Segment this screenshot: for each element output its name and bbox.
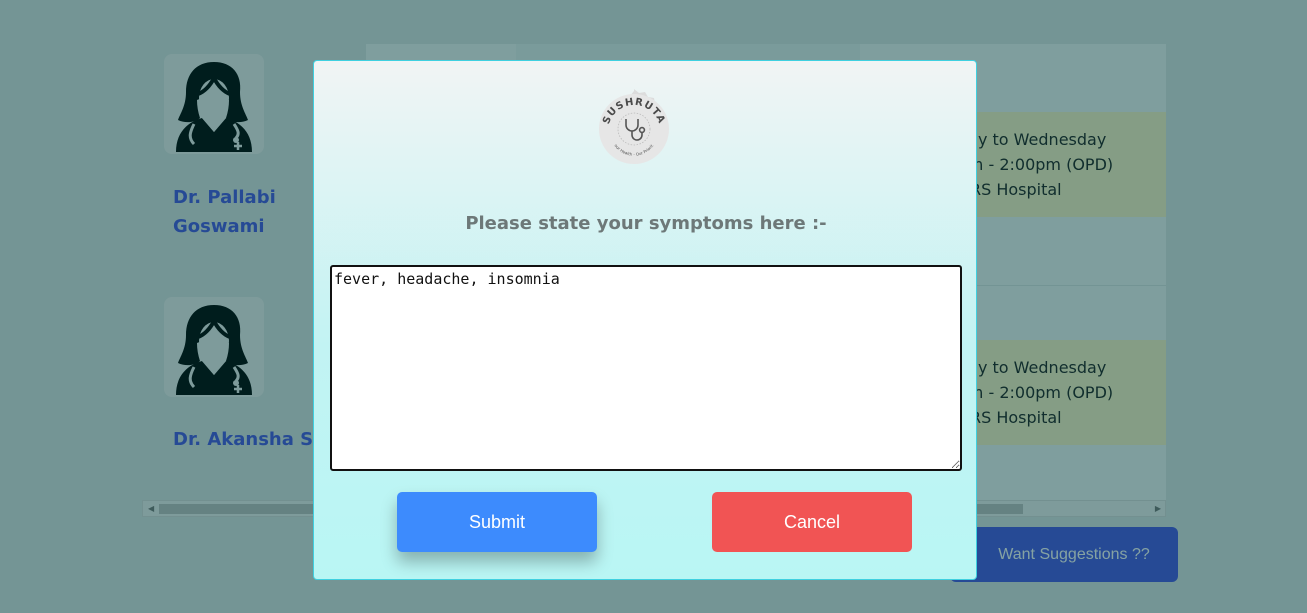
sushruta-logo: SUSHRUTA Your Health - Our Priority [592,87,669,164]
symptoms-textarea[interactable]: fever, headache, insomnia [330,265,962,471]
cancel-button[interactable]: Cancel [712,492,912,552]
modal-title: Please state your symptoms here :- [465,213,827,234]
symptoms-modal: SUSHRUTA Your Health - Our Priority Plea… [313,60,977,580]
submit-button[interactable]: Submit [397,492,597,552]
